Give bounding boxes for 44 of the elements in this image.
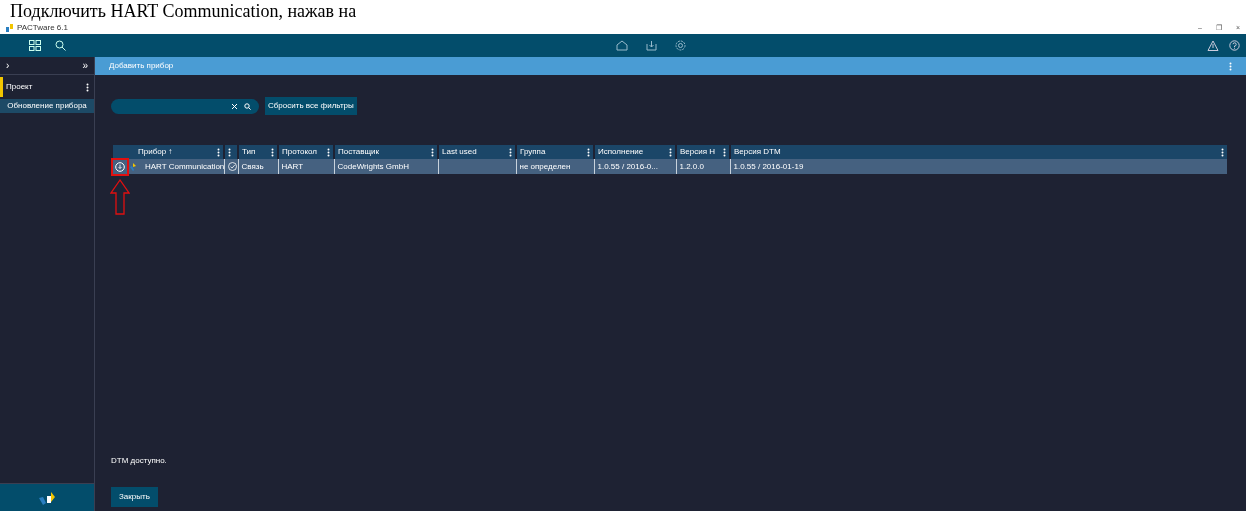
table-cell: не определен bbox=[516, 159, 594, 174]
highlight-box bbox=[111, 157, 129, 176]
table-cell: HART bbox=[278, 159, 334, 174]
search-field[interactable] bbox=[111, 98, 259, 114]
expand-button[interactable]: › bbox=[6, 58, 10, 73]
kebab-menu-icon[interactable] bbox=[228, 147, 231, 157]
up-arrow bbox=[110, 178, 130, 215]
table-cell: 1.2.0.0 bbox=[676, 159, 730, 174]
reset-filters-button[interactable]: Сбросить все фильтры bbox=[265, 97, 357, 115]
kebab-menu-icon[interactable] bbox=[431, 147, 434, 157]
search-icon[interactable] bbox=[244, 102, 251, 110]
table-cell: 1.0.55 / 2016-0... bbox=[594, 159, 676, 174]
home-icon[interactable] bbox=[616, 40, 628, 51]
help-icon[interactable] bbox=[1229, 40, 1240, 51]
kebab-menu-icon[interactable] bbox=[669, 147, 672, 157]
search-icon[interactable] bbox=[55, 40, 66, 51]
grid-view-icon[interactable] bbox=[29, 40, 41, 51]
kebab-menu-icon[interactable] bbox=[271, 147, 274, 157]
table-cell: CodeWrights GmbH bbox=[334, 159, 438, 174]
kebab-menu-icon[interactable] bbox=[723, 147, 726, 157]
download-icon[interactable] bbox=[646, 40, 657, 51]
window-title: PACTware 6.1 bbox=[17, 22, 68, 34]
project-label: Проект bbox=[6, 81, 33, 93]
kebab-menu-icon[interactable] bbox=[217, 147, 220, 157]
device-logo-icon bbox=[129, 162, 137, 171]
column-header[interactable]: Версия DTM bbox=[734, 146, 781, 158]
table-cell: Связь bbox=[238, 159, 278, 174]
collapse-button[interactable]: » bbox=[82, 58, 88, 73]
close-dialog-button[interactable]: Закрыть bbox=[111, 487, 158, 507]
table-cell: 1.0.55 / 2016-01-19 bbox=[730, 159, 1227, 174]
warning-icon[interactable] bbox=[1207, 40, 1219, 51]
status-message: DTM доступно. bbox=[111, 455, 168, 467]
kebab-menu-icon[interactable] bbox=[509, 147, 512, 157]
kebab-menu-icon[interactable] bbox=[86, 82, 89, 92]
kebab-menu-icon[interactable] bbox=[1221, 147, 1224, 157]
device-name: HART Communication bbox=[144, 160, 225, 173]
panel-title: Добавить прибор bbox=[109, 60, 174, 72]
app-logo-icon bbox=[6, 24, 14, 32]
document-text: Подключить HART Communication, нажав на bbox=[9, 0, 358, 22]
kebab-menu-icon[interactable] bbox=[587, 147, 590, 157]
sidebar-item[interactable]: Обновление прибора bbox=[0, 99, 94, 113]
settings-icon[interactable] bbox=[675, 40, 686, 51]
kebab-menu-icon[interactable] bbox=[327, 147, 330, 157]
close-icon[interactable] bbox=[231, 102, 238, 110]
